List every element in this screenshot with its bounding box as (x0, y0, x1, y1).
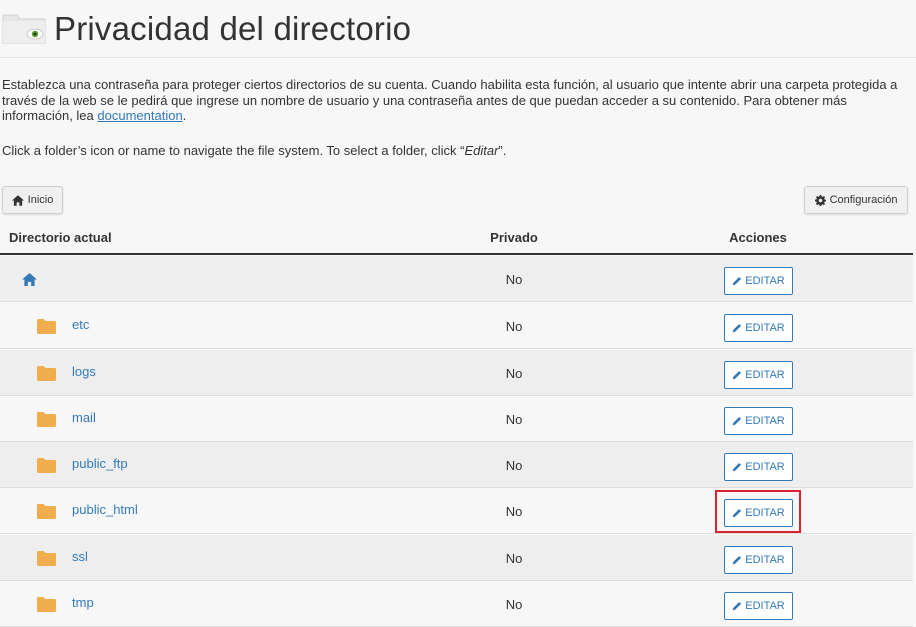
settings-button[interactable]: Configuración (804, 186, 908, 214)
documentation-link[interactable]: documentation (97, 108, 182, 123)
home-button-label: Inicio (27, 194, 54, 206)
pencil-icon (732, 462, 742, 472)
pencil-icon (732, 276, 742, 286)
column-header-directory: Directorio actual (9, 230, 112, 245)
folder-name-public-html[interactable]: public_html (72, 502, 138, 517)
edit-button-label: EDITAR (745, 461, 785, 473)
instruction-emphasis: Editar (464, 143, 499, 158)
edit-button-label: EDITAR (745, 322, 785, 334)
table-row-ssl: ssl No EDITAR (0, 535, 913, 581)
edit-button-tmp[interactable]: EDITAR (724, 592, 793, 620)
pencil-icon (732, 370, 742, 380)
home-button[interactable]: Inicio (2, 186, 63, 214)
folder-name-etc[interactable]: etc (72, 317, 89, 332)
folder-name-public-ftp[interactable]: public_ftp (72, 456, 128, 471)
gear-icon (814, 194, 826, 206)
pencil-icon (732, 323, 742, 333)
edit-button-public-html[interactable]: EDITAR (724, 499, 793, 527)
edit-button-root[interactable]: EDITAR (724, 267, 793, 295)
navigation-instruction: Click a folder’s icon or name to navigat… (2, 143, 914, 159)
table-row-root: No EDITAR (0, 256, 913, 302)
folder-icon[interactable] (37, 551, 56, 566)
edit-button-label: EDITAR (745, 369, 785, 381)
folder-name-mail[interactable]: mail (72, 410, 96, 425)
table-row-tmp: tmp No EDITAR (0, 581, 913, 627)
edit-button-etc[interactable]: EDITAR (724, 314, 793, 342)
table-row-public-html: public_html No EDITAR (0, 488, 913, 534)
edit-button-mail[interactable]: EDITAR (724, 407, 793, 435)
column-header-private: Privado (490, 230, 538, 245)
pencil-icon (732, 555, 742, 565)
private-status: No (505, 366, 523, 381)
edit-button-label: EDITAR (745, 415, 785, 427)
private-status: No (505, 597, 523, 612)
table-row-logs: logs No EDITAR (0, 350, 913, 396)
pencil-icon (732, 508, 742, 518)
instruction-end: ”. (498, 143, 507, 158)
pencil-icon (732, 416, 742, 426)
folder-icon[interactable] (37, 319, 56, 334)
folder-name-ssl[interactable]: ssl (72, 549, 88, 564)
edit-button-label: EDITAR (745, 600, 785, 612)
instruction-text: Click a folder’s icon or name to navigat… (2, 143, 465, 158)
folder-eye-icon (2, 14, 46, 44)
private-status: No (505, 551, 523, 566)
edit-button-public-ftp[interactable]: EDITAR (724, 453, 793, 481)
table-row-mail: mail No EDITAR (0, 396, 913, 442)
folder-icon[interactable] (37, 597, 56, 612)
folder-icon[interactable] (37, 458, 56, 473)
page-description: Establezca una contraseña para proteger … (2, 77, 914, 124)
folder-name-tmp[interactable]: tmp (72, 595, 94, 610)
table-row-public-ftp: public_ftp No EDITAR (0, 442, 913, 488)
edit-button-label: EDITAR (745, 275, 785, 287)
folder-icon[interactable] (37, 504, 56, 519)
table-header: Directorio actual Privado Acciones (0, 222, 913, 255)
edit-button-label: EDITAR (745, 507, 785, 519)
settings-button-label: Configuración (829, 194, 898, 206)
home-icon[interactable] (22, 273, 37, 286)
edit-button-ssl[interactable]: EDITAR (724, 546, 793, 574)
private-status: No (505, 458, 523, 473)
private-status: No (505, 272, 523, 287)
page-title: Privacidad del directorio (54, 10, 412, 47)
page-header: Privacidad del directorio (0, 0, 916, 58)
folder-icon[interactable] (37, 412, 56, 427)
private-status: No (505, 319, 523, 334)
folder-icon[interactable] (37, 366, 56, 381)
folder-name-logs[interactable]: logs (72, 364, 96, 379)
edit-button-logs[interactable]: EDITAR (724, 361, 793, 389)
home-icon (11, 194, 24, 206)
private-status: No (505, 412, 523, 427)
private-status: No (505, 504, 523, 519)
column-header-actions: Acciones (729, 230, 787, 245)
pencil-icon (732, 601, 742, 611)
edit-button-label: EDITAR (745, 554, 785, 566)
description-end: . (182, 108, 187, 123)
table-row-etc: etc No EDITAR (0, 303, 913, 349)
